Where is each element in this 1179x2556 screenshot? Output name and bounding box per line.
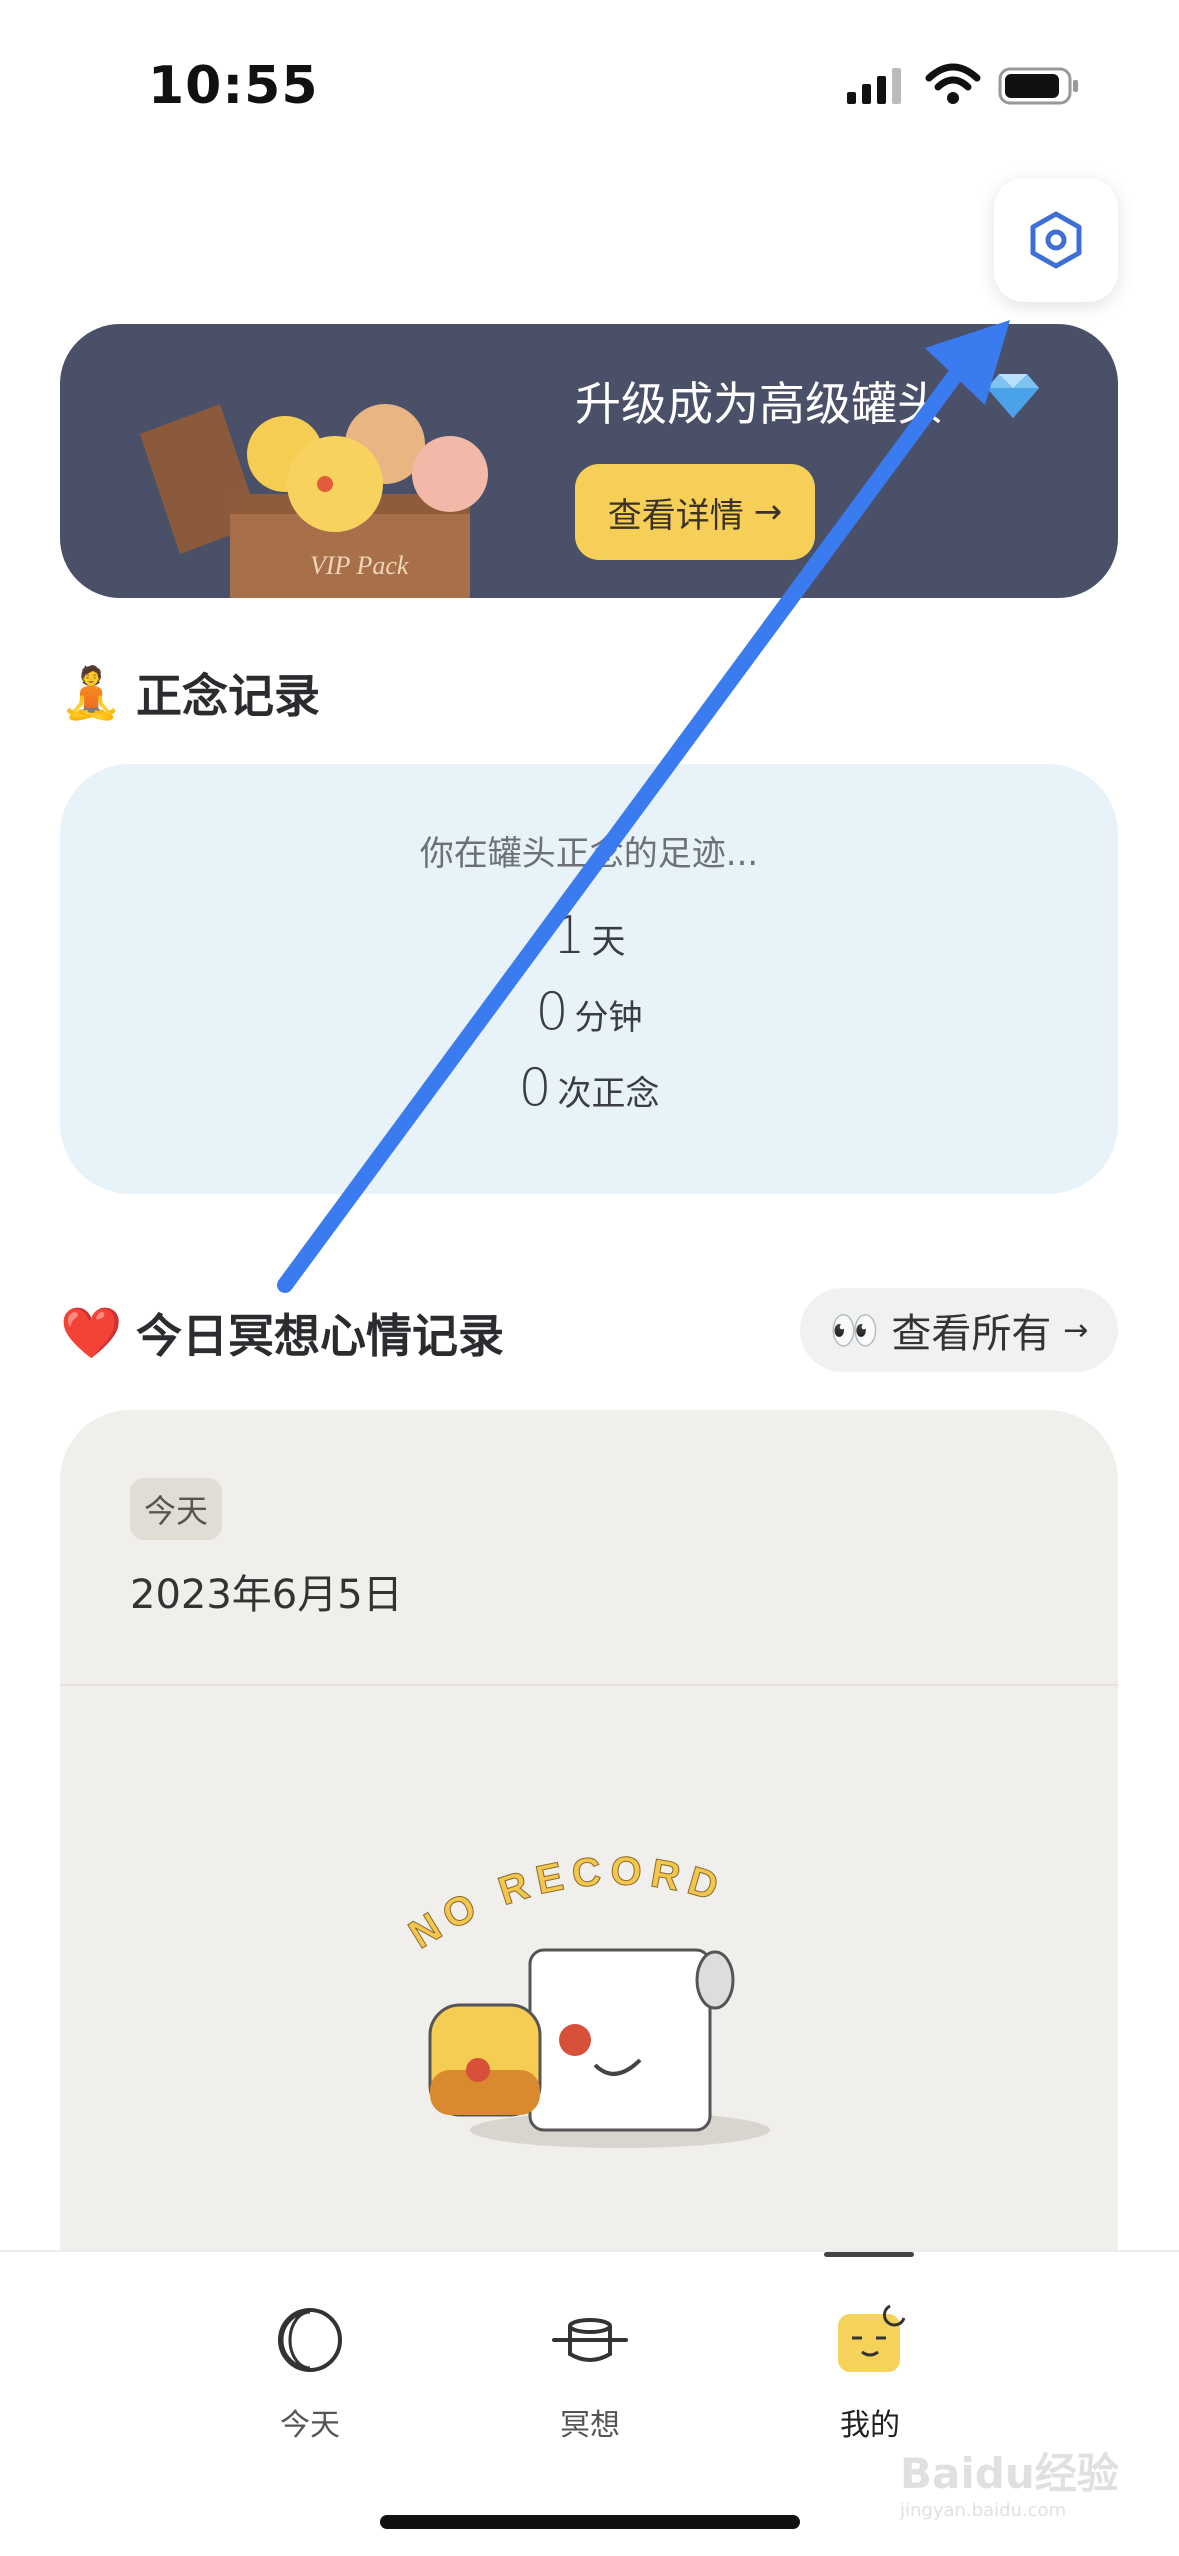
vip-box-illustration: VIP Pack (140, 404, 488, 598)
tab-meditate-label: 冥想 (560, 2408, 620, 2443)
mindfulness-heading: 🧘 正念记录 (60, 660, 320, 726)
vip-detail-label: 查看详情 (607, 495, 744, 536)
mindfulness-heading-text: 正念记录 (136, 669, 320, 723)
profile-icon (838, 2304, 906, 2372)
svg-text:NO RECORD: NO RECORD (402, 1849, 731, 1957)
settings-button[interactable] (994, 178, 1118, 302)
no-record-text: NO RECORD (401, 1849, 723, 1958)
stat-sessions: 0 次正念 (60, 1058, 1118, 1118)
view-all-label: 查看所有 (891, 1311, 1052, 1357)
moon-icon (278, 2308, 342, 2372)
heart-emoji-icon: ❤️ (60, 1304, 123, 1362)
stat-sessions-unit: 次正念 (557, 1074, 660, 1114)
mood-divider (60, 1684, 1118, 1686)
gem-icon (987, 374, 1039, 418)
pot-icon (552, 2318, 628, 2362)
stat-days: 1天 (60, 906, 1118, 966)
today-badge: 今天 (130, 1478, 223, 1540)
signal-icon (847, 68, 901, 104)
tab-today[interactable]: 今天 (200, 2252, 420, 2472)
mindfulness-intro: 你在罐头正念的足迹... (419, 834, 759, 874)
arrow-right-icon: → (753, 492, 783, 532)
eyes-emoji-icon: 👀 (829, 1307, 880, 1354)
mood-date: 2023年6月5日 (130, 1572, 403, 1618)
mood-heading-text: 今日冥想心情记录 (136, 1309, 504, 1363)
tab-today-label: 今天 (280, 2408, 340, 2443)
battery-icon (998, 67, 1078, 105)
watermark: Baidu经验 jingyan.baidu.com (900, 2440, 1140, 2521)
stat-minutes: 0 分钟 (60, 982, 1118, 1042)
wifi-icon (925, 63, 981, 104)
tab-meditate[interactable]: 冥想 (480, 2252, 700, 2472)
meditation-emoji-icon: 🧘 (60, 664, 123, 722)
watermark-text: Baidu经验 (900, 2449, 1119, 2498)
view-all-button[interactable]: 👀 查看所有 → (800, 1288, 1118, 1372)
stat-minutes-unit: 分钟 (574, 998, 643, 1038)
settings-hexagon-icon (1030, 211, 1082, 269)
tab-profile[interactable]: 我的 (760, 2252, 980, 2472)
vip-banner[interactable]: VIP Pack 升级成为高级罐头 查看详情 → (60, 324, 1118, 598)
mood-heading: ❤️ 今日冥想心情记录 (60, 1300, 504, 1366)
watermark-sub: jingyan.baidu.com (900, 2500, 1067, 2521)
vip-title: 升级成为高级罐头 (575, 377, 943, 431)
stat-days-value: 1 (552, 906, 586, 966)
stat-sessions-value: 0 (518, 1058, 552, 1118)
status-time: 10:55 (148, 56, 319, 116)
stat-minutes-value: 0 (535, 982, 569, 1042)
no-record-illustration: NO RECORD (401, 1849, 770, 2148)
status-bar: 10:55 (0, 0, 1179, 170)
mindfulness-card: 你在罐头正念的足迹... 1天 0 分钟 0 次正念 (60, 764, 1118, 1194)
home-indicator (380, 2515, 800, 2529)
tab-profile-label: 我的 (840, 2408, 900, 2443)
vip-detail-button[interactable]: 查看详情 → (575, 464, 815, 560)
arrow-right-icon: → (1063, 1312, 1089, 1348)
vip-pack-art-text: VIP Pack (310, 551, 409, 580)
stat-days-unit: 天 (591, 922, 626, 962)
